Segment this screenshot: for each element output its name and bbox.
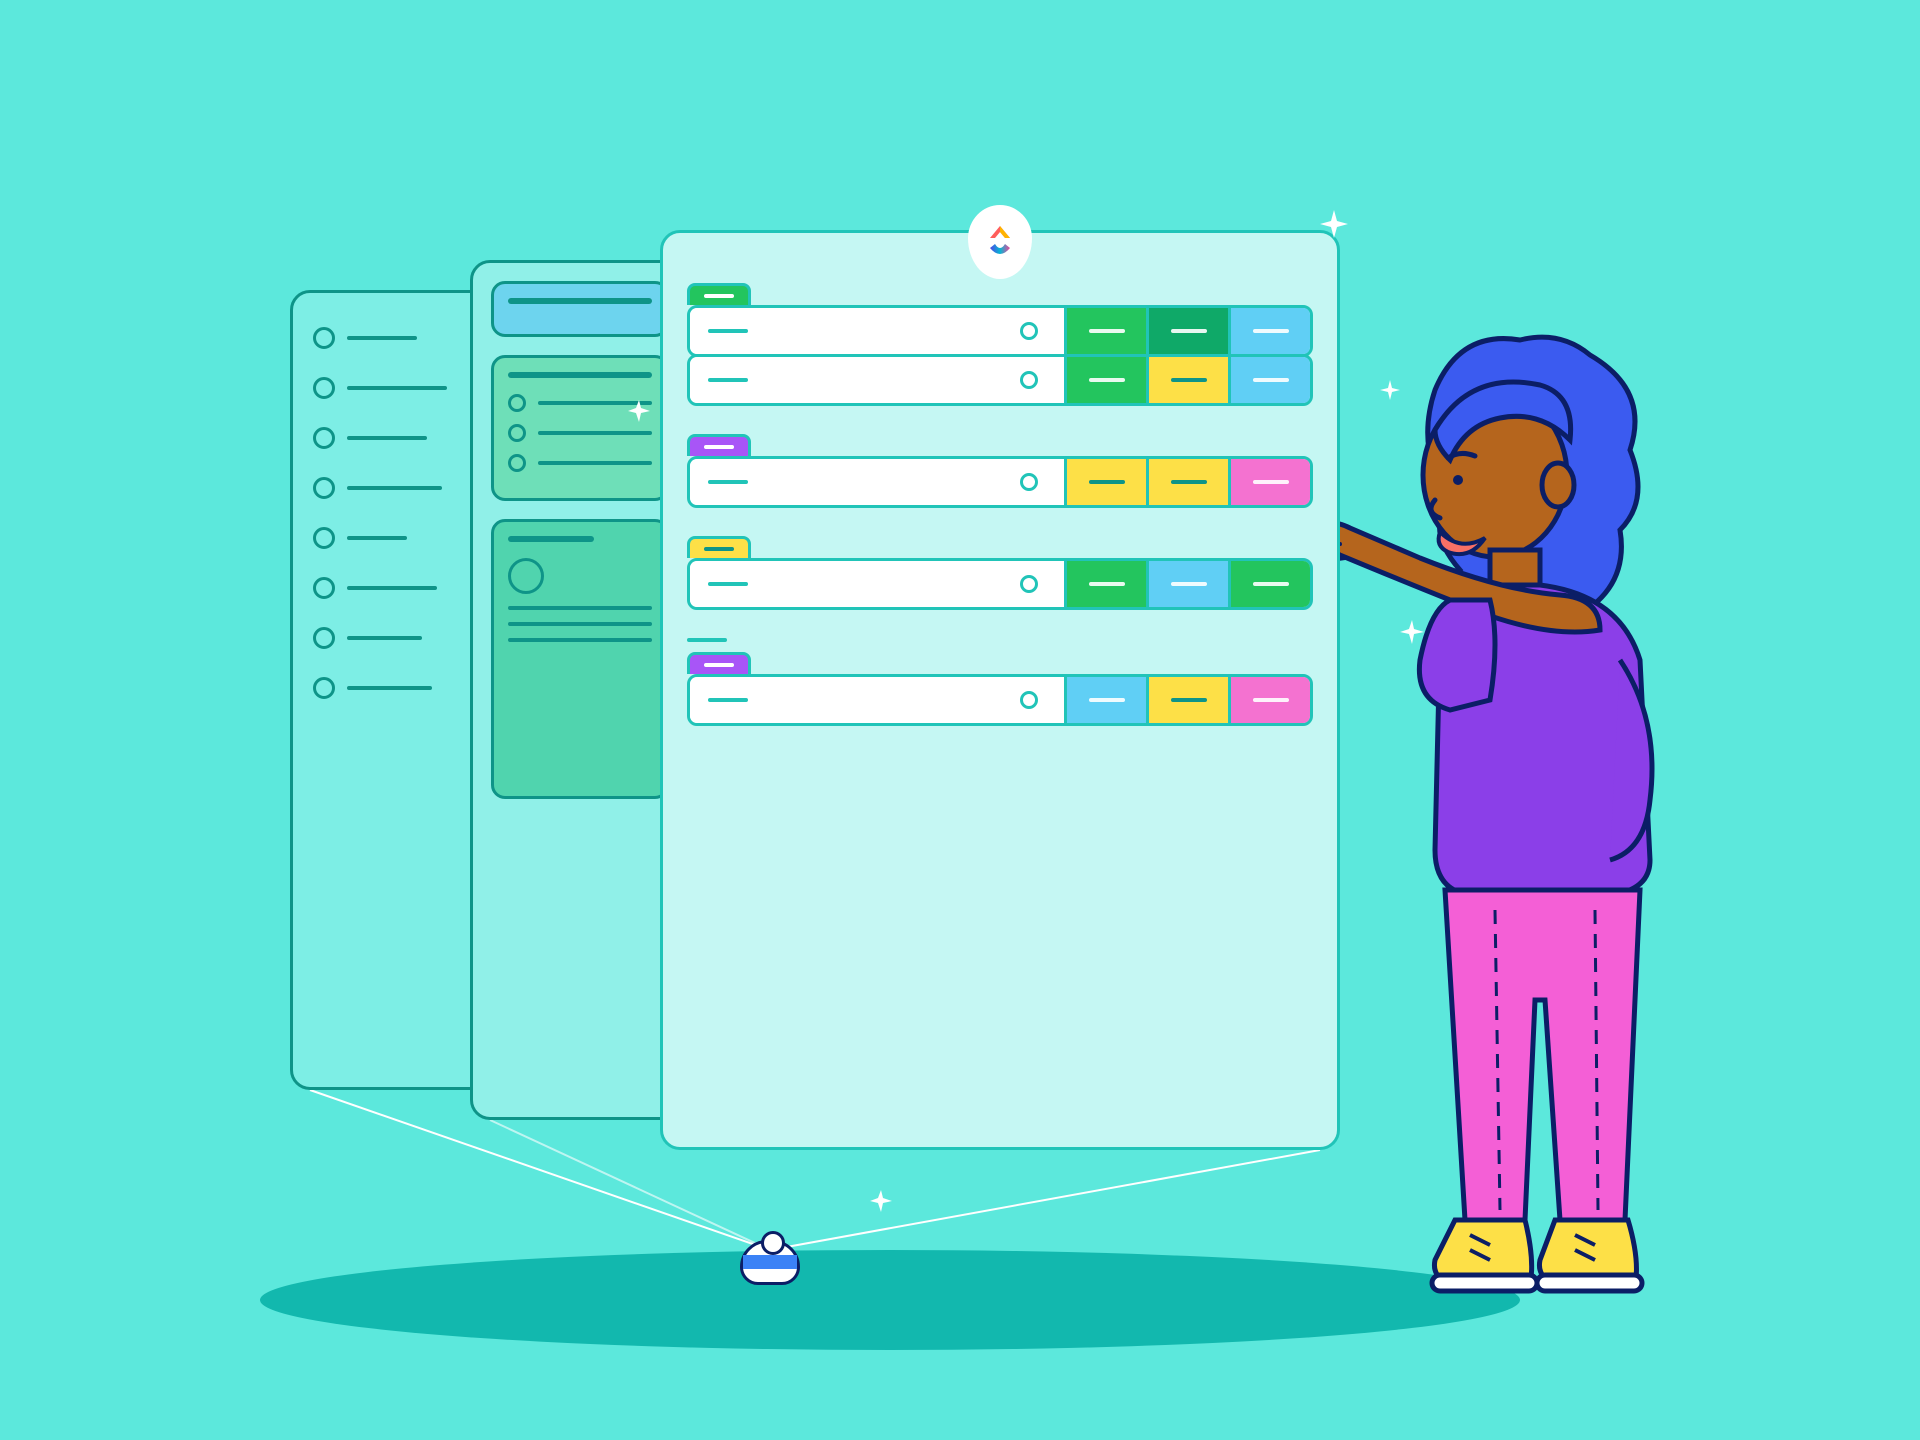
status-cell [1228, 677, 1310, 723]
list-item [293, 563, 487, 613]
list-item [293, 363, 487, 413]
task-row [687, 305, 1313, 357]
list-item [293, 663, 487, 713]
floor-shadow [260, 1250, 1520, 1350]
status-cell [1064, 308, 1146, 354]
task-row [687, 674, 1313, 726]
list-item [293, 613, 487, 663]
group-header-tab [687, 652, 751, 674]
sparkle-icon [628, 400, 650, 422]
panel-front-tasklist [660, 230, 1340, 1150]
panel-background-list [290, 290, 490, 1090]
sparkle-icon [1320, 210, 1348, 238]
task-row [687, 558, 1313, 610]
sparkle-icon [870, 1190, 892, 1212]
status-cell [1064, 459, 1146, 505]
panel-middle-cards [470, 260, 690, 1120]
task-group [687, 638, 1313, 726]
card [491, 355, 669, 501]
status-cell [1064, 677, 1146, 723]
task-group [687, 283, 1313, 406]
card [491, 519, 669, 799]
task-group [687, 434, 1313, 508]
status-cell [1228, 561, 1310, 607]
task-row [687, 456, 1313, 508]
status-cell [1228, 308, 1310, 354]
status-cell [1064, 561, 1146, 607]
group-label [687, 638, 727, 642]
clickup-logo-icon [968, 205, 1032, 279]
task-row [687, 354, 1313, 406]
status-cell [1146, 459, 1228, 505]
group-header-tab [687, 283, 751, 305]
status-cell [1228, 459, 1310, 505]
task-group [687, 536, 1313, 610]
card [491, 281, 669, 337]
group-header-tab [687, 434, 751, 456]
status-cell [1228, 357, 1310, 403]
hologram-projector [740, 1240, 800, 1300]
status-cell [1064, 357, 1146, 403]
status-cell [1146, 308, 1228, 354]
status-cell [1146, 561, 1228, 607]
group-header-tab [687, 536, 751, 558]
status-cell [1146, 357, 1228, 403]
list-item [293, 413, 487, 463]
list-item [293, 313, 487, 363]
list-item [293, 463, 487, 513]
list-item [293, 513, 487, 563]
status-cell [1146, 677, 1228, 723]
person-illustration [1340, 300, 1720, 1320]
